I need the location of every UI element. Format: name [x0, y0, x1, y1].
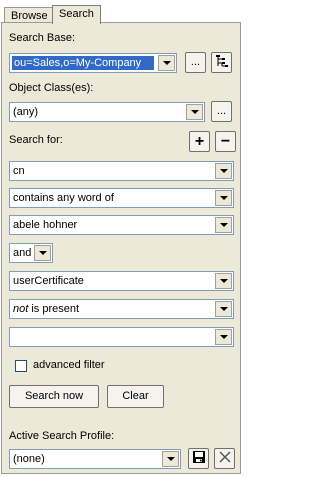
operator-value: contains any word of	[13, 192, 114, 204]
search-base-browse-button[interactable]: ...	[185, 52, 206, 73]
add-criterion-button[interactable]: +	[189, 131, 210, 152]
search-value-combo-2[interactable]	[9, 327, 234, 347]
search-base-value: ou=Sales,o=My-Company	[12, 56, 154, 70]
operator-value-2-emphasis: not	[13, 303, 29, 315]
chevron-down-icon[interactable]	[162, 451, 179, 467]
chevron-down-icon[interactable]	[215, 273, 232, 289]
chevron-down-icon[interactable]	[215, 190, 232, 206]
chevron-down-icon[interactable]	[158, 55, 175, 71]
tree-select-button[interactable]	[211, 52, 232, 73]
save-icon	[192, 450, 206, 468]
remove-criterion-button[interactable]: −	[215, 131, 236, 152]
attribute-combo-2[interactable]: userCertificate	[9, 271, 234, 291]
search-for-label: Search for:	[9, 134, 63, 146]
tab-search[interactable]: Search	[52, 5, 101, 24]
advanced-filter-checkbox[interactable]	[15, 360, 27, 372]
advanced-filter-label: advanced filter	[33, 359, 105, 371]
chevron-down-icon[interactable]	[215, 217, 232, 233]
chevron-down-icon[interactable]	[215, 301, 232, 317]
operator-combo[interactable]: contains any word of	[9, 188, 234, 208]
conjunction-value: and	[13, 247, 32, 259]
search-value: abele hohner	[13, 219, 78, 231]
object-class-combo[interactable]: (any)	[9, 102, 205, 122]
active-profile-combo[interactable]: (none)	[9, 449, 181, 469]
search-base-label: Search Base:	[9, 32, 76, 44]
attribute-combo[interactable]: cn	[9, 161, 234, 181]
search-panel: Search Base: ou=Sales,o=My-Company ... O…	[1, 22, 241, 474]
tree-icon	[215, 54, 229, 72]
operator-value-2: not is present	[13, 302, 213, 316]
chevron-down-icon[interactable]	[186, 104, 203, 120]
save-profile-button[interactable]	[188, 448, 209, 469]
search-now-button[interactable]: Search now	[9, 385, 99, 408]
object-class-browse-button[interactable]: ...	[211, 101, 232, 122]
object-class-value: (any)	[13, 106, 39, 118]
active-profile-value: (none)	[13, 453, 45, 465]
attribute-value: cn	[13, 165, 25, 177]
search-value-combo[interactable]: abele hohner	[9, 215, 234, 235]
clear-button[interactable]: Clear	[107, 385, 164, 408]
chevron-down-icon[interactable]	[215, 163, 232, 179]
active-profile-label: Active Search Profile:	[9, 430, 115, 442]
conjunction-combo[interactable]: and	[9, 243, 53, 263]
search-base-combo[interactable]: ou=Sales,o=My-Company	[9, 53, 177, 73]
chevron-down-icon[interactable]	[34, 245, 51, 261]
attribute-value-2: userCertificate	[13, 275, 84, 287]
close-icon	[218, 450, 232, 468]
object-class-label: Object Class(es):	[9, 82, 94, 94]
operator-value-2-rest: is present	[28, 303, 80, 315]
chevron-down-icon[interactable]	[215, 329, 232, 345]
delete-profile-button[interactable]	[214, 448, 235, 469]
operator-combo-2[interactable]: not is present	[9, 299, 234, 319]
